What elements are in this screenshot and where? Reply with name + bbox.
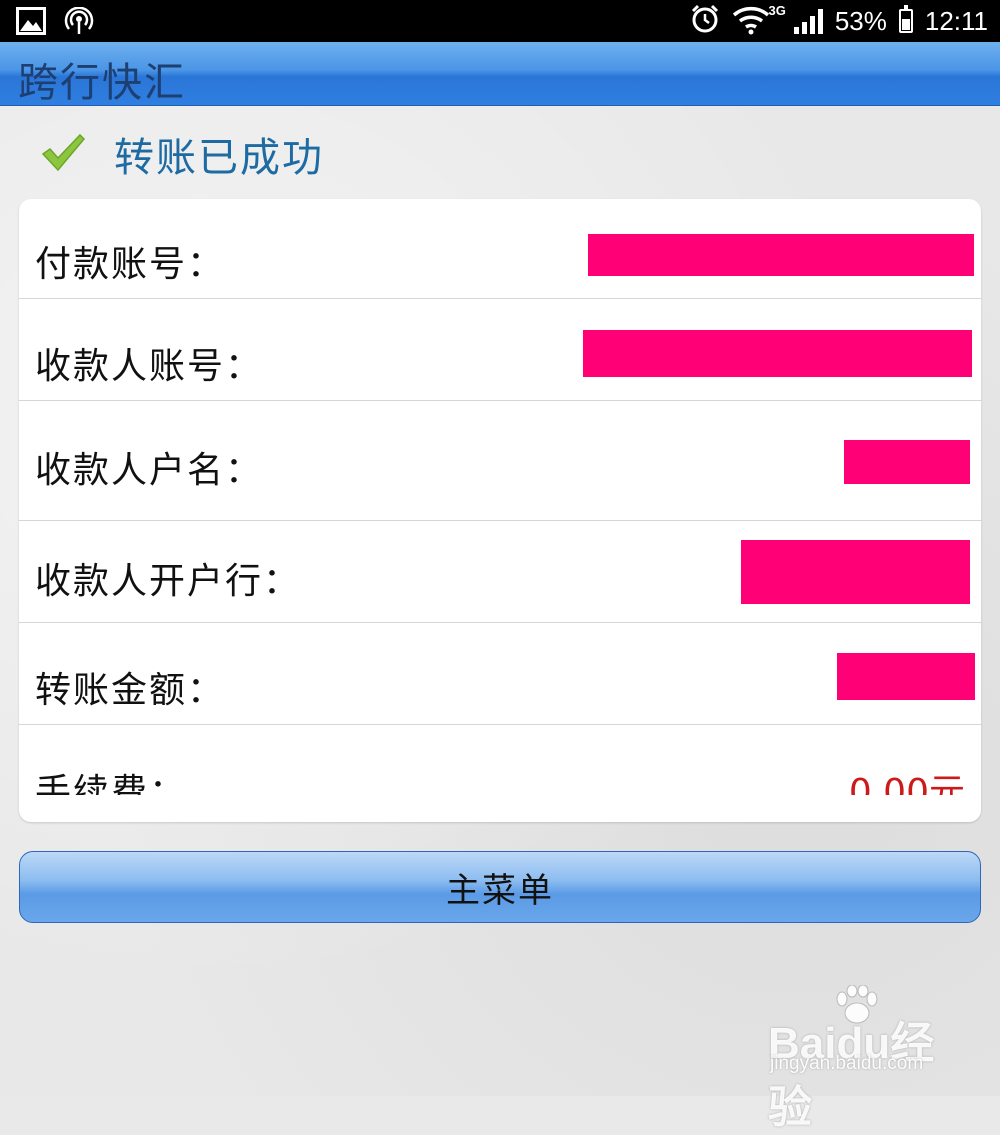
- main-menu-button[interactable]: 主菜单: [19, 851, 981, 923]
- signal-icon: [793, 8, 823, 34]
- redacted-payee-bank: [741, 540, 970, 604]
- redacted-payer-account: [588, 234, 974, 276]
- page-title: 跨行快汇: [18, 60, 186, 106]
- wifi-icon: 3G: [732, 3, 786, 39]
- detail-row-payee-name: 收款人户名：: [19, 401, 981, 521]
- gallery-icon: [16, 7, 46, 39]
- payee-bank-label: 收款人开户行：: [35, 561, 302, 602]
- network-type: 3G: [768, 3, 786, 18]
- battery-percent: 53%: [834, 5, 887, 36]
- detail-row-amount: 转账金额：: [19, 623, 981, 725]
- clock: 12:11: [924, 5, 988, 36]
- fee-label: 手续费：: [35, 772, 188, 795]
- main-menu-label: 主菜单: [446, 870, 554, 911]
- payee-account-label: 收款人账号：: [35, 346, 264, 387]
- fee-value: 0.00元: [848, 772, 965, 795]
- checkmark-icon: [40, 132, 86, 176]
- detail-row-fee: 手续费： 0.00元: [19, 725, 981, 795]
- watermark-url: jingyan.baidu.com: [770, 1053, 924, 1074]
- success-header: 转账已成功: [40, 126, 324, 182]
- detail-row-payee-bank: 收款人开户行：: [19, 521, 981, 623]
- title-bar: 跨行快汇: [0, 42, 1000, 106]
- status-bar: 3G 53% 12:11: [0, 0, 1000, 42]
- payee-name-label: 收款人户名：: [35, 450, 264, 491]
- detail-row-payer-account: 付款账号：: [19, 199, 981, 299]
- transfer-details-card: 付款账号： 收款人账号： 收款人户名： 收款人开户行： 转账金额： 手续费： 0…: [19, 199, 981, 822]
- redacted-payee-account: [583, 330, 972, 377]
- wifi-tether-icon: [64, 6, 94, 39]
- redacted-amount: [837, 653, 975, 700]
- baidu-watermark: Baidu经验 jingyan.baidu.com: [768, 984, 968, 1132]
- success-message: 转账已成功: [114, 135, 324, 181]
- alarm-icon: [690, 4, 720, 38]
- amount-label: 转账金额：: [35, 670, 226, 711]
- detail-row-payee-account: 收款人账号：: [19, 299, 981, 401]
- payer-account-label: 付款账号：: [35, 244, 226, 285]
- redacted-payee-name: [844, 440, 970, 484]
- battery-icon: [898, 5, 913, 33]
